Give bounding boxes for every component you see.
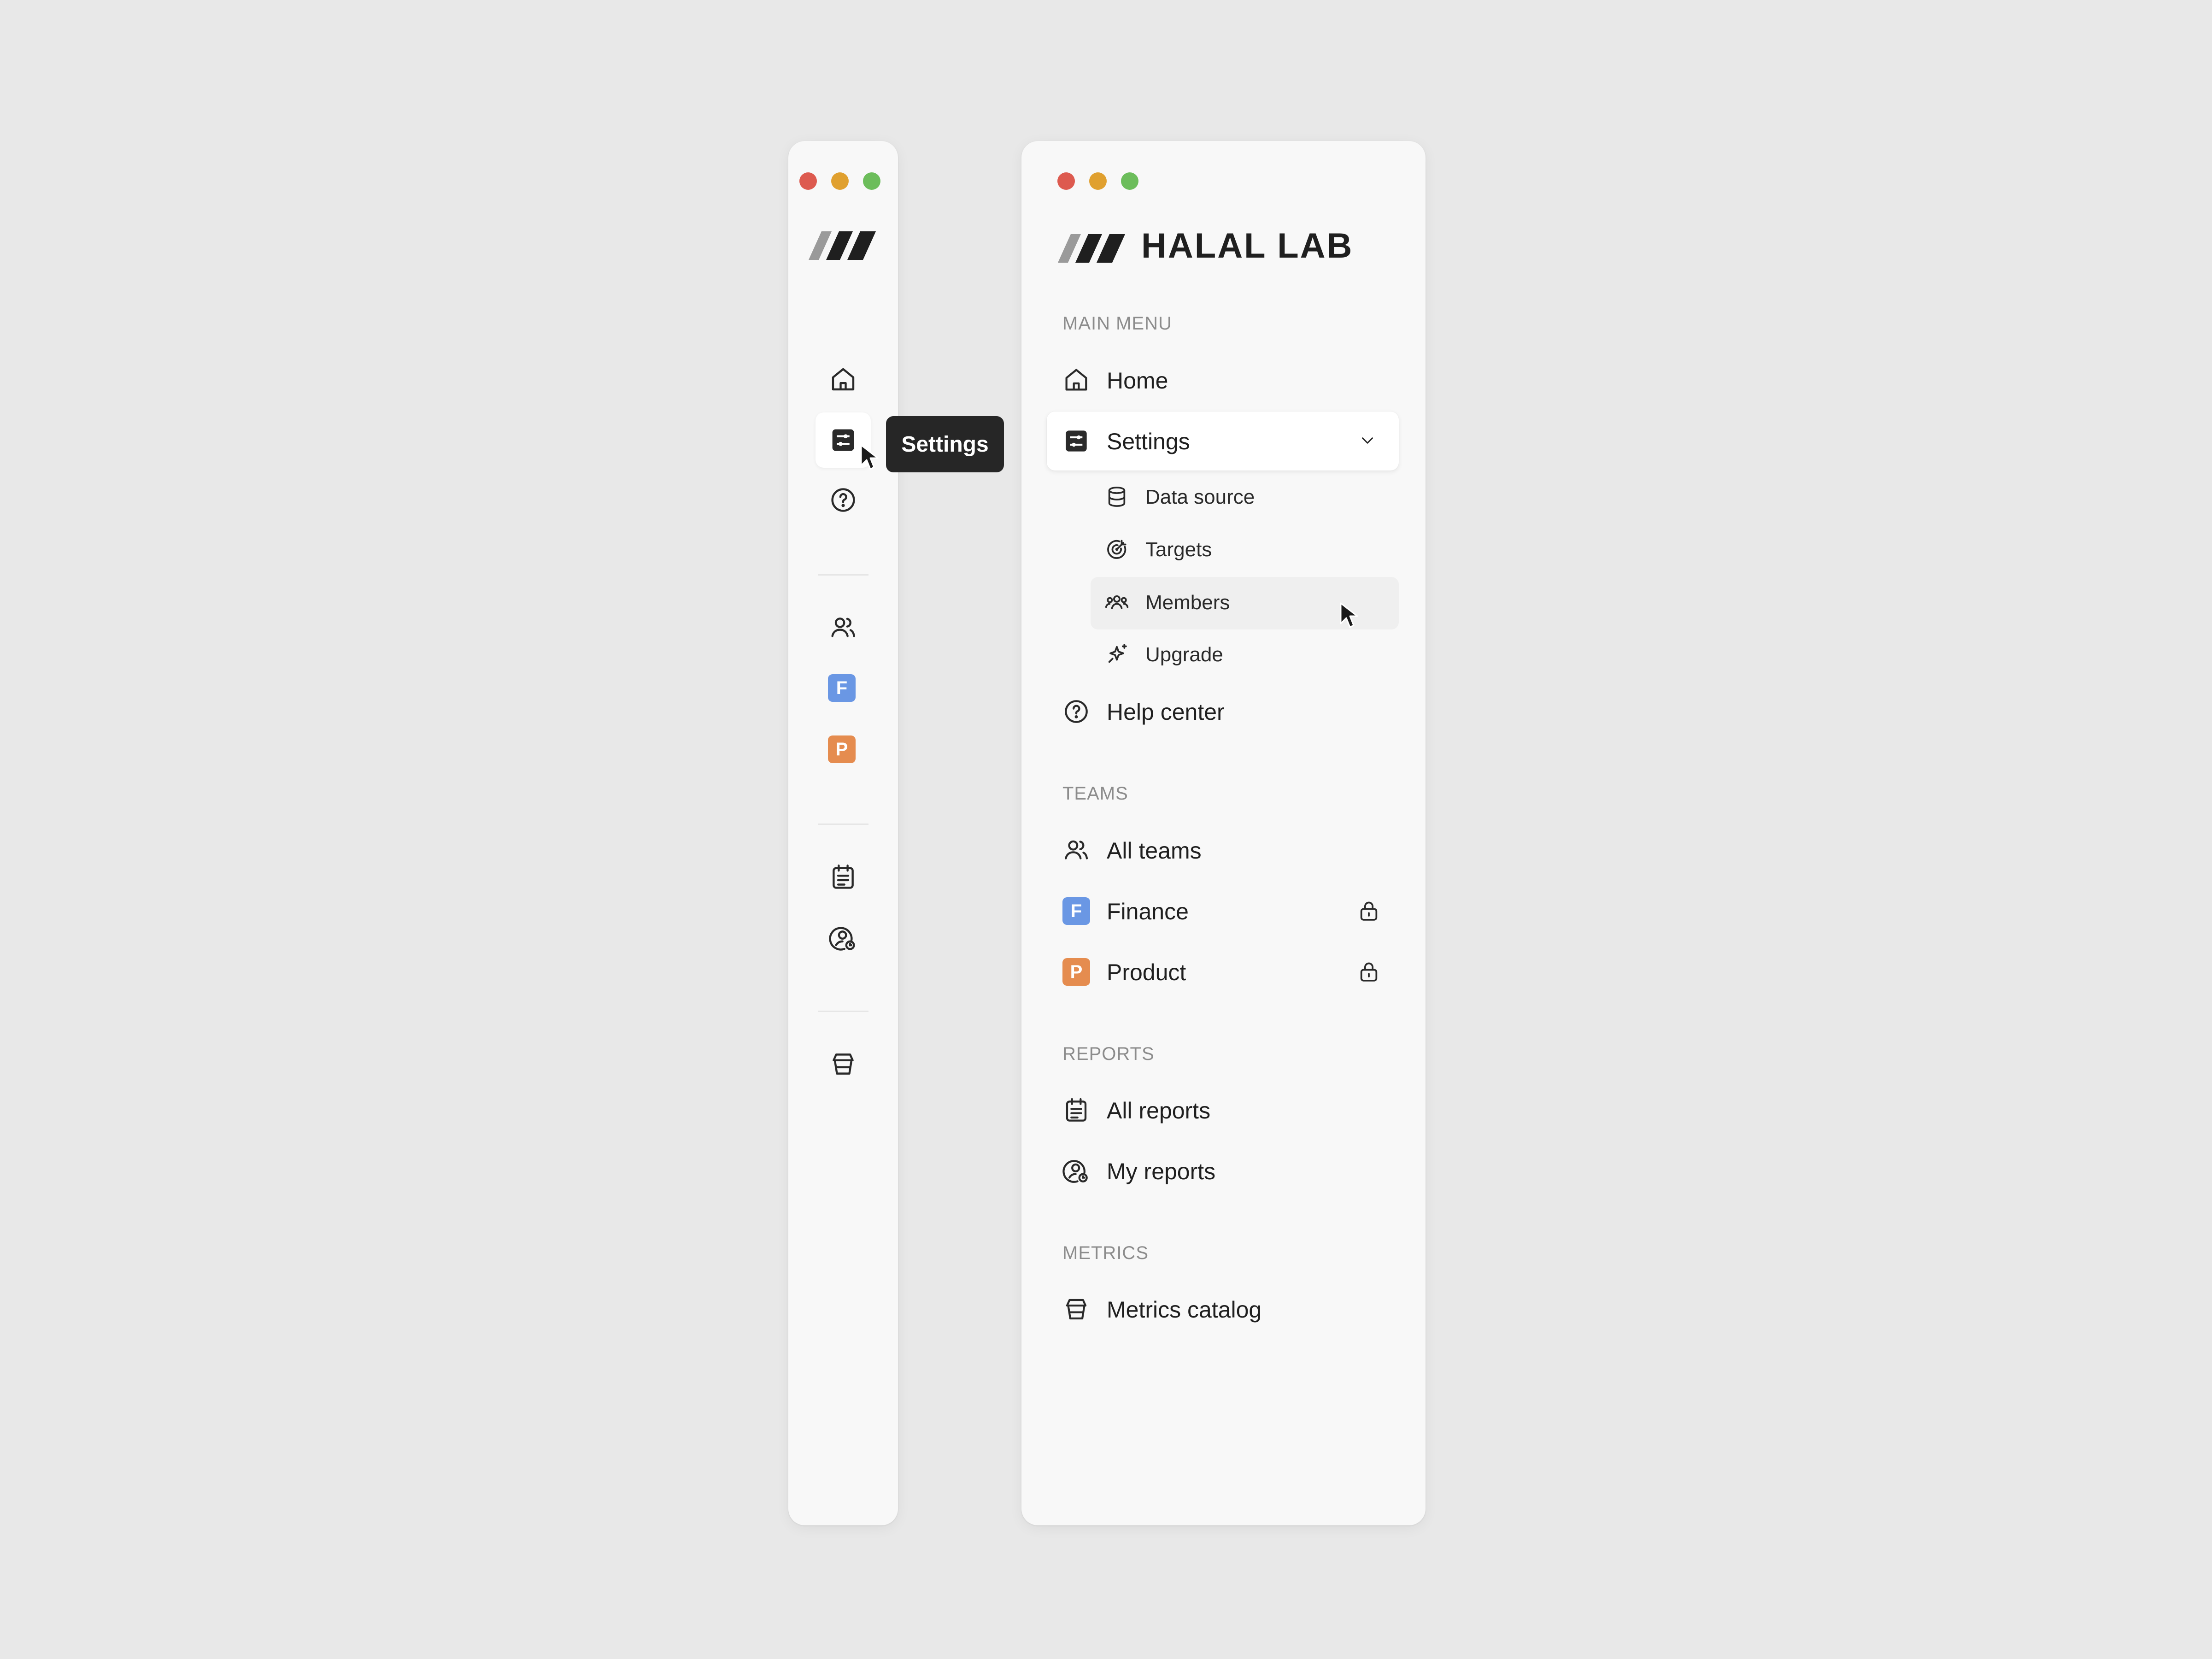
finance-badge[interactable]: F [828, 674, 856, 702]
nav-all-reports-label: All reports [1107, 1098, 1211, 1124]
product-badge[interactable]: P [828, 735, 856, 763]
sub-data-source-label: Data source [1145, 486, 1255, 508]
brand-logo-icon [809, 231, 876, 260]
mouse-cursor-icon [1340, 602, 1358, 628]
home-icon [1062, 365, 1091, 394]
sub-members-label: Members [1145, 591, 1230, 614]
calendar-report-icon [1062, 1095, 1091, 1125]
users-icon[interactable] [828, 612, 858, 642]
section-reports: REPORTS [1062, 1044, 1155, 1064]
nav-product-label: Product [1107, 959, 1186, 985]
nav-item-all-teams[interactable] [1047, 823, 1399, 876]
window-minimize-button[interactable] [1089, 172, 1107, 190]
sub-item-targets[interactable] [1091, 526, 1399, 574]
sparkle-icon [1104, 641, 1130, 667]
product-badge: P [1062, 958, 1090, 986]
nav-finance-label: Finance [1107, 899, 1189, 924]
window-maximize-button[interactable] [1121, 172, 1138, 190]
database-icon [1104, 484, 1130, 510]
settings-sliders-icon [1062, 426, 1091, 456]
nav-item-settings[interactable] [1047, 412, 1399, 471]
user-report-icon[interactable] [828, 923, 858, 953]
section-teams: TEAMS [1062, 783, 1128, 804]
brand-logo-icon [1058, 234, 1125, 263]
lock-icon [1360, 962, 1378, 982]
nav-item-my-reports[interactable] [1047, 1145, 1399, 1197]
target-icon [1104, 536, 1130, 562]
user-report-icon [1062, 1156, 1091, 1186]
sub-upgrade-label: Upgrade [1145, 643, 1223, 666]
settings-tooltip: Settings [886, 416, 1004, 472]
section-metrics: METRICS [1062, 1243, 1149, 1263]
nav-all-teams-label: All teams [1107, 838, 1202, 864]
metrics-bucket-icon[interactable] [828, 1049, 858, 1079]
finance-badge: F [1062, 897, 1090, 925]
members-icon [1104, 590, 1130, 616]
help-icon [1062, 697, 1091, 726]
calendar-report-icon[interactable] [828, 862, 858, 892]
nav-item-product[interactable] [1047, 945, 1399, 997]
home-icon[interactable] [828, 364, 858, 394]
window-maximize-button[interactable] [863, 172, 880, 190]
help-icon[interactable] [828, 485, 858, 515]
users-icon [1062, 835, 1091, 865]
mouse-cursor-icon [860, 444, 879, 470]
sub-item-upgrade[interactable] [1091, 631, 1399, 679]
lock-icon [1360, 901, 1378, 921]
nav-item-finance[interactable] [1047, 884, 1399, 936]
nav-my-reports-label: My reports [1107, 1159, 1216, 1184]
brand-name: HALAL LAB [1141, 226, 1354, 265]
rail-divider [818, 1011, 868, 1012]
window-close-button[interactable] [1057, 172, 1075, 190]
chevron-down-icon[interactable] [1358, 432, 1377, 449]
window-close-button[interactable] [799, 172, 817, 190]
nav-item-home[interactable] [1047, 353, 1399, 406]
nav-settings-label: Settings [1107, 429, 1190, 454]
nav-home-label: Home [1107, 368, 1168, 394]
section-main-menu: MAIN MENU [1062, 313, 1172, 334]
nav-help-center-label: Help center [1107, 699, 1225, 725]
rail-divider [818, 824, 868, 825]
collapsed-sidebar [788, 141, 898, 1525]
sub-targets-label: Targets [1145, 538, 1212, 561]
metrics-bucket-icon [1062, 1294, 1091, 1324]
nav-metrics-catalog-label: Metrics catalog [1107, 1297, 1262, 1323]
nav-item-all-reports[interactable] [1047, 1084, 1399, 1136]
settings-sliders-icon[interactable] [828, 425, 858, 455]
window-minimize-button[interactable] [831, 172, 849, 190]
rail-divider [818, 574, 868, 576]
